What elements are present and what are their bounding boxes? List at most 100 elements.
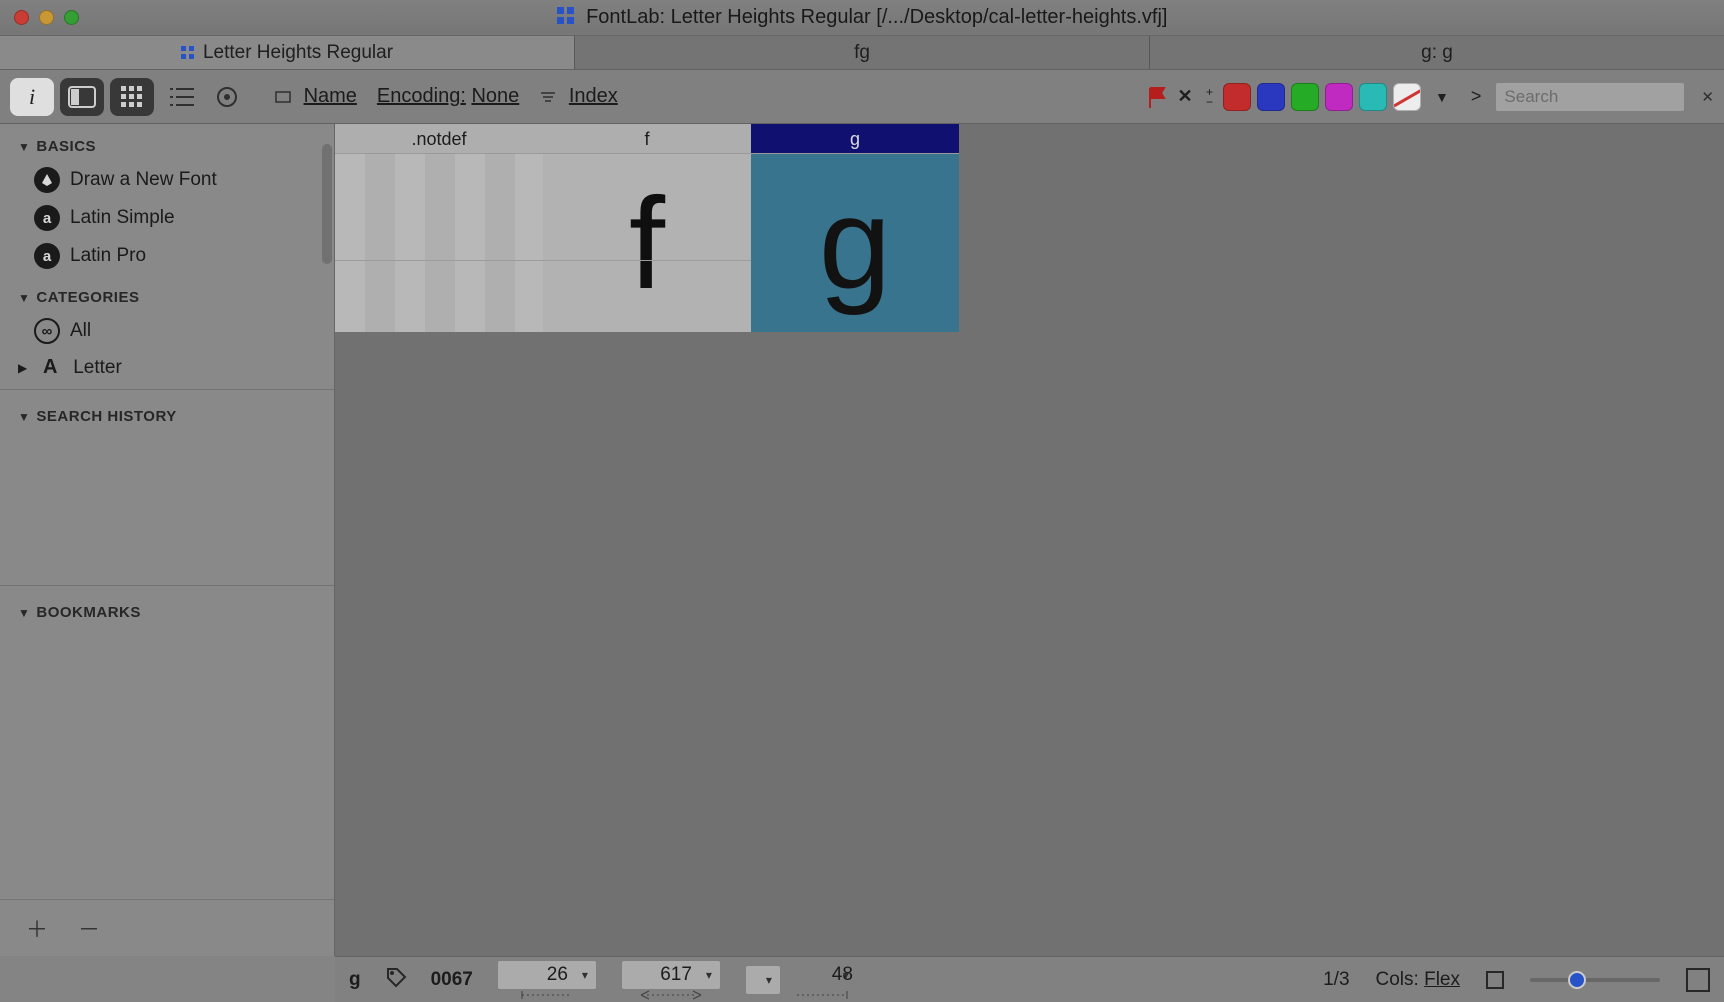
color-swatch-cyan[interactable] <box>1359 83 1387 111</box>
letter-icon: A <box>37 356 63 379</box>
plus-minus-icon[interactable]: +− <box>1206 87 1213 107</box>
current-glyph-name: g <box>349 969 361 991</box>
tag-icon[interactable] <box>385 966 407 994</box>
minimize-window-button[interactable] <box>39 10 54 25</box>
right-sidebearing-input[interactable]: 48 <box>787 960 857 990</box>
sidebar-section-search-history[interactable]: ▼ SEARCH HISTORY <box>0 394 334 431</box>
add-button[interactable]: ＋ <box>26 912 48 944</box>
glyph-name: .notdef <box>335 124 543 154</box>
sidebar-section-basics[interactable]: ▼ BASICS <box>0 124 334 161</box>
sidebar-item-label: Latin Pro <box>70 245 146 267</box>
sort-name-button[interactable]: Name <box>274 85 357 108</box>
search-input[interactable] <box>1495 82 1685 112</box>
flag-icon[interactable] <box>1146 86 1168 108</box>
cols-value: Flex <box>1424 969 1460 990</box>
panel-icon <box>69 87 95 107</box>
glyph-cell-g[interactable]: g g <box>751 124 959 332</box>
caret-down-icon: ▼ <box>18 140 30 154</box>
sidebar-section-bookmarks[interactable]: ▼ BOOKMARKS <box>0 590 334 627</box>
card-icon <box>274 88 292 106</box>
glyph-preview: g <box>751 154 959 332</box>
filter-chevron-icon[interactable]: > <box>1471 86 1482 107</box>
sidebar-toggle-button[interactable] <box>60 78 104 116</box>
index-label: Index <box>569 85 618 107</box>
status-bar: g 0067 26 617 48 1/3 Cols: Flex <box>335 956 1724 1002</box>
zoom-slider[interactable] <box>1530 978 1660 982</box>
sidebar-item-label: All <box>70 320 91 342</box>
color-swatch-blue[interactable] <box>1257 83 1285 111</box>
divider <box>0 585 334 586</box>
glyph-cell-notdef[interactable]: .notdef <box>335 124 543 332</box>
caret-down-icon: ▼ <box>18 606 30 620</box>
slider-knob[interactable] <box>1568 971 1586 989</box>
sort-icon <box>539 88 557 106</box>
cell-size-icon[interactable] <box>1486 971 1504 989</box>
section-title: CATEGORIES <box>36 289 139 306</box>
sidebar-section-categories[interactable]: ▼ CATEGORIES <box>0 275 334 312</box>
list-icon <box>170 86 194 108</box>
name-label: Name <box>304 85 357 107</box>
flag-color-group: ✕ +− ▼ > ✕ <box>1146 82 1714 112</box>
zoom-window-button[interactable] <box>64 10 79 25</box>
sort-index-button[interactable]: Index <box>539 85 618 108</box>
pen-icon <box>34 167 60 193</box>
sidebar-item-draw-new-font[interactable]: Draw a New Font <box>0 161 334 199</box>
color-swatch-green[interactable] <box>1291 83 1319 111</box>
tab-fg[interactable]: fg <box>574 36 1149 69</box>
toolbar: i Name Encoding: None Index ✕ +− <box>0 70 1724 124</box>
color-swatch-red[interactable] <box>1223 83 1251 111</box>
color-swatch-magenta[interactable] <box>1325 83 1353 111</box>
sidebar-item-label: Draw a New Font <box>70 169 217 191</box>
tab-label: fg <box>854 42 870 64</box>
glyph-position: 1/3 <box>1323 969 1349 991</box>
sidebar-item-all[interactable]: ∞ All <box>0 312 334 350</box>
app-icon <box>557 7 575 25</box>
list-view-button[interactable] <box>160 78 204 116</box>
grid-view-button[interactable] <box>110 78 154 116</box>
letter-a-icon: a <box>34 205 60 231</box>
tab-label: g: g <box>1421 42 1453 64</box>
letter-a-icon: a <box>34 243 60 269</box>
rsb-icon <box>797 991 847 999</box>
caret-down-icon: ▼ <box>18 291 30 305</box>
encoding-value: None <box>471 85 519 107</box>
left-sidebearing-input[interactable]: 26 <box>497 960 597 990</box>
glyph-cell-f[interactable]: f f <box>543 124 751 332</box>
sidebar-item-label: Letter <box>73 357 122 379</box>
color-dropdown-icon[interactable]: ▼ <box>1435 89 1449 105</box>
sidebar-footer: ＋ － <box>0 899 334 956</box>
clear-flag-button[interactable]: ✕ <box>1174 86 1196 108</box>
glyph-grid[interactable]: .notdef f f g g <box>335 124 1724 956</box>
glyph-preview: f <box>543 154 751 332</box>
glyph-name: g <box>751 124 959 154</box>
sidebar-item-latin-pro[interactable]: a Latin Pro <box>0 237 334 275</box>
tab-font-window[interactable]: Letter Heights Regular <box>0 36 574 69</box>
target-icon <box>216 86 238 108</box>
sidebar-item-letter[interactable]: ▶ A Letter <box>0 350 334 385</box>
sidebar: ▼ BASICS Draw a New Font a Latin Simple … <box>0 124 335 956</box>
cols-control[interactable]: Cols: Flex <box>1376 969 1460 991</box>
unicode-value: 0067 <box>431 969 473 991</box>
close-window-button[interactable] <box>14 10 29 25</box>
encoding-dropdown[interactable]: Encoding: None <box>377 85 519 108</box>
grid-icon <box>181 46 195 60</box>
info-icon: i <box>29 84 35 110</box>
section-title: BASICS <box>36 138 96 155</box>
tab-g[interactable]: g: g <box>1149 36 1724 69</box>
infinity-icon: ∞ <box>34 318 60 344</box>
rsb-dropdown[interactable] <box>745 965 781 995</box>
sidebar-scrollbar[interactable] <box>322 144 332 264</box>
title-prefix: FontLab: <box>586 6 671 28</box>
cols-label: Cols: <box>1376 969 1419 990</box>
tab-label: Letter Heights Regular <box>203 42 393 64</box>
target-button[interactable] <box>210 78 244 116</box>
advance-width-input[interactable]: 617 <box>621 960 721 990</box>
document-tabs: Letter Heights Regular fg g: g <box>0 36 1724 70</box>
remove-button[interactable]: － <box>78 912 100 944</box>
cell-size-large-icon[interactable] <box>1686 968 1710 992</box>
color-swatch-none[interactable] <box>1393 83 1421 111</box>
sidebar-item-latin-simple[interactable]: a Latin Simple <box>0 199 334 237</box>
main-area: ▼ BASICS Draw a New Font a Latin Simple … <box>0 124 1724 956</box>
info-button[interactable]: i <box>10 78 54 116</box>
close-search-icon[interactable]: ✕ <box>1701 88 1714 106</box>
